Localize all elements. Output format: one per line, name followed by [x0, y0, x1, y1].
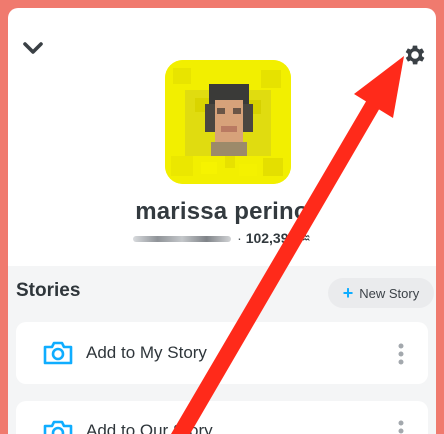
camera-icon: [43, 341, 73, 365]
plus-icon: +: [342, 283, 354, 303]
top-frame-strip: [0, 0, 444, 8]
new-story-label: New Story: [359, 285, 420, 301]
snap-score[interactable]: 102,390: [246, 230, 297, 246]
more-options-icon[interactable]: [397, 342, 405, 366]
meta-separator: ·: [237, 230, 242, 246]
username-blurred: [133, 236, 232, 243]
new-story-button[interactable]: + New Story: [328, 278, 434, 308]
display-name: marissa perino: [135, 198, 309, 225]
camera-icon: [43, 420, 73, 434]
list-item-add-our-story[interactable]: Add to Our Story: [16, 401, 428, 434]
profile-screen: marissa perino · 102,390 ♒ Stories + New …: [8, 8, 436, 434]
zodiac-icon: ♒: [298, 230, 311, 246]
more-options-icon[interactable]: [397, 419, 405, 434]
story-item-label: Add to My Story: [86, 343, 207, 362]
story-item-label: Add to Our Story: [86, 421, 213, 434]
profile-meta: · 102,390 ♒: [8, 230, 436, 247]
gear-icon[interactable]: [402, 42, 428, 68]
avatar-image: [165, 60, 291, 184]
stories-heading: Stories: [16, 280, 81, 301]
list-item-add-my-story[interactable]: Add to My Story: [16, 322, 428, 384]
chevron-down-icon[interactable]: [22, 38, 44, 58]
bitmoji-avatar[interactable]: [165, 60, 291, 184]
